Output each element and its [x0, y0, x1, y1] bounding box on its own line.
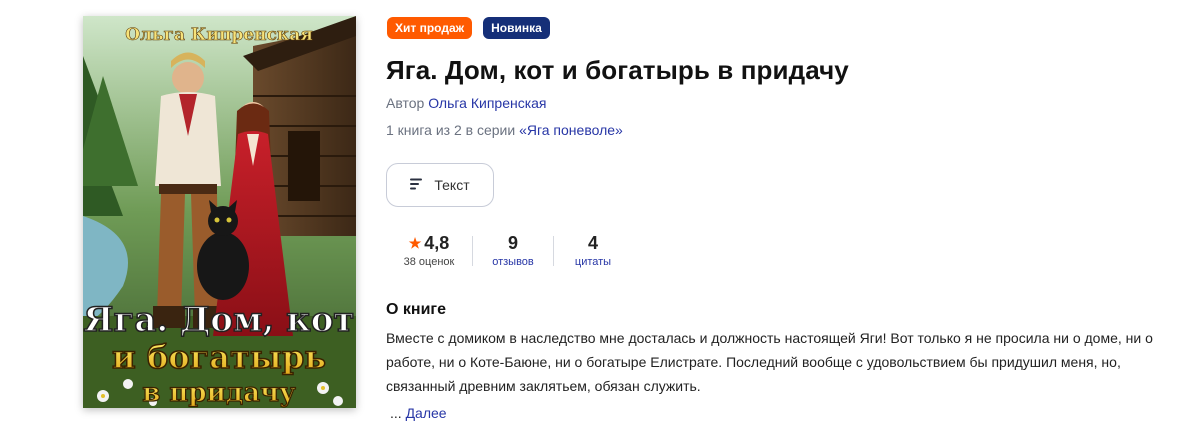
cover-title-line1: Яга. Дом, кот — [84, 300, 355, 340]
author-link[interactable]: Ольга Кипренская — [428, 95, 546, 111]
read-more[interactable]: ... Далее — [390, 405, 447, 421]
star-icon: ★ — [408, 235, 422, 251]
reviews-link[interactable]: отзывов — [473, 255, 553, 269]
about-heading: О книге — [386, 301, 446, 318]
author-line: Автор Ольга Кипренская — [386, 95, 547, 111]
badge-new: Новинка — [483, 17, 550, 39]
cover-title-line2: и богатырь — [112, 338, 326, 376]
stats-bar: ★ 4,8 38 оценок 9 отзывов 4 цитаты — [386, 232, 632, 269]
rating-stat[interactable]: ★ 4,8 38 оценок — [386, 232, 472, 269]
series-line: 1 книга из 2 в серии «Яга поневоле» — [386, 122, 623, 138]
badge-bestseller: Хит продаж — [387, 17, 473, 39]
quotes-stat[interactable]: 4 цитаты — [554, 232, 632, 269]
book-title: Яга. Дом, кот и богатырь в придачу — [386, 55, 849, 85]
series-prefix: 1 книга из 2 в серии — [386, 122, 516, 138]
format-button-label: Текст — [434, 177, 470, 193]
book-cover-art: Ольга Кипренская Яга. Дом, кот и богатыр… — [83, 16, 356, 408]
rating-count: 38 оценок — [403, 256, 455, 268]
reviews-stat[interactable]: 9 отзывов — [473, 232, 553, 269]
reviews-count: 9 — [507, 233, 518, 253]
book-description: Вместе с домиком в наследство мне достал… — [386, 330, 1153, 394]
rating-value: 4,8 — [424, 233, 450, 253]
badges: Хит продаж Новинка — [387, 17, 550, 39]
read-more-link[interactable]: Далее — [406, 405, 447, 421]
format-text-button[interactable]: Текст — [386, 163, 494, 207]
text-lines-icon — [410, 177, 424, 193]
quotes-count: 4 — [587, 233, 598, 253]
cover-title-line3: в придачу — [142, 378, 296, 408]
author-label: Автор — [386, 95, 425, 111]
read-more-dots: ... — [390, 405, 402, 421]
series-link[interactable]: «Яга поневоле» — [519, 122, 623, 138]
book-cover[interactable]: Ольга Кипренская Яга. Дом, кот и богатыр… — [83, 16, 356, 408]
cover-author-text: Ольга Кипренская — [125, 25, 313, 45]
quotes-link[interactable]: цитаты — [554, 255, 632, 269]
